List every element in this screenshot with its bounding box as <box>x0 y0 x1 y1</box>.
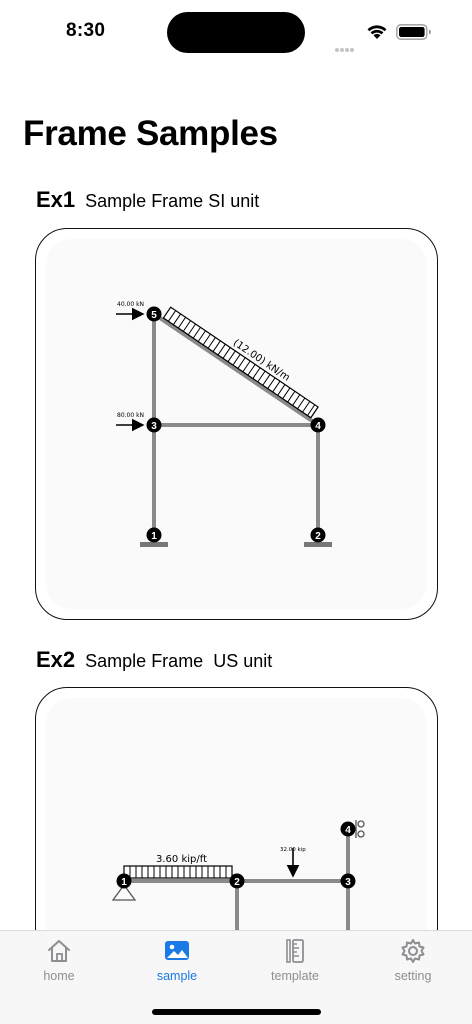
svg-text:2: 2 <box>315 531 321 542</box>
tab-sample-label: sample <box>156 969 198 983</box>
svg-text:5: 5 <box>151 310 157 321</box>
svg-text:2: 2 <box>234 877 240 888</box>
sample-1-card[interactable]: (12.00) kN/m 40.00 kN 80.00 kN 1 2 3 4 5 <box>35 228 438 620</box>
home-indicator <box>152 1009 321 1015</box>
tab-home[interactable]: home <box>19 937 99 989</box>
tab-setting[interactable]: setting <box>373 937 453 989</box>
node-1: 1 <box>116 873 132 889</box>
status-time: 8:30 <box>66 20 106 41</box>
distributed-load-label-ex2: 3.60 kip/ft <box>156 854 207 865</box>
node-5: 5 <box>146 306 162 322</box>
sample-2-description: Sample Frame US unit <box>85 651 273 671</box>
svg-text:1: 1 <box>151 531 157 542</box>
node-2: 2 <box>310 527 326 543</box>
svg-text:3: 3 <box>345 877 351 888</box>
cellular-signal-icon <box>335 34 355 52</box>
battery-icon <box>396 24 431 40</box>
load-label-node-3: 80.00 kN <box>117 412 144 419</box>
load-label-node-5: 40.00 kN <box>117 301 144 308</box>
node-4: 4 <box>340 821 356 837</box>
roller-support-4 <box>355 820 365 838</box>
node-4: 4 <box>310 417 326 433</box>
tab-setting-label: setting <box>394 969 432 983</box>
fixed-support-2 <box>304 542 332 547</box>
frame-diagram-ex1: (12.00) kN/m 40.00 kN 80.00 kN 1 2 3 4 5 <box>116 301 332 547</box>
wifi-icon <box>367 25 387 39</box>
tab-template[interactable]: template <box>255 937 335 989</box>
node-2: 2 <box>229 873 245 889</box>
tab-sample[interactable]: sample <box>137 937 217 989</box>
node-3: 3 <box>146 417 162 433</box>
svg-text:4: 4 <box>345 825 351 836</box>
point-load-label: 32.00 kip <box>280 847 306 853</box>
tab-template-label: template <box>271 969 319 983</box>
house-icon <box>48 940 70 962</box>
sample-1-code: Ex1 <box>36 187 76 212</box>
sample-1-header: Ex1 Sample Frame SI unit <box>36 187 259 215</box>
svg-text:3: 3 <box>151 421 157 432</box>
sample-1-description: Sample Frame SI unit <box>85 191 260 211</box>
sample-2-header: Ex2 Sample Frame US unit <box>36 647 272 675</box>
dynamic-island <box>167 12 305 53</box>
status-bar: 8:30 <box>0 0 472 60</box>
svg-text:4: 4 <box>315 421 321 432</box>
fixed-support-1 <box>140 542 168 547</box>
page-title: Frame Samples <box>23 114 278 153</box>
distributed-load-ex2: 3.60 kip/ft <box>123 854 233 879</box>
distributed-load-ex1: (12.00) kN/m <box>162 306 319 419</box>
gear-icon <box>401 939 425 963</box>
node-1: 1 <box>146 527 162 543</box>
tab-home-label: home <box>43 969 75 983</box>
sample-2-code: Ex2 <box>36 647 76 672</box>
svg-text:1: 1 <box>121 877 127 888</box>
ruler-icon <box>286 939 304 963</box>
node-3: 3 <box>340 873 356 889</box>
photo-icon <box>165 941 189 960</box>
